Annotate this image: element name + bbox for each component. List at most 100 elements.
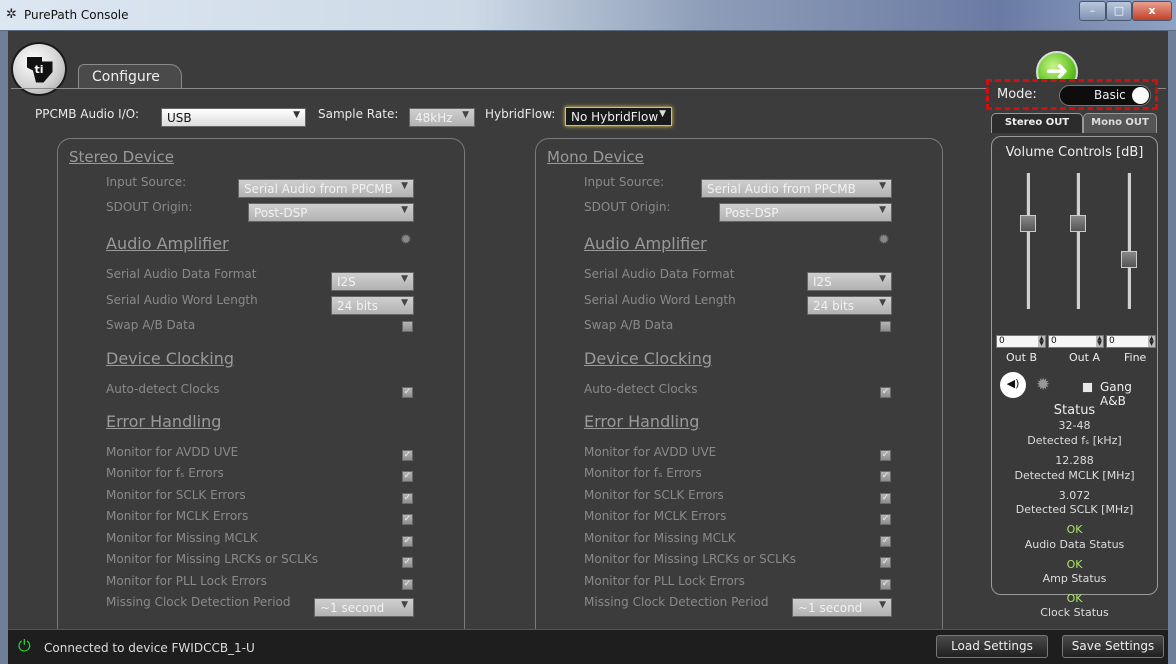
error-handling-title: Error Handling <box>584 412 700 431</box>
load-settings-button[interactable]: Load Settings <box>936 635 1048 658</box>
save-settings-button[interactable]: Save Settings <box>1062 635 1164 658</box>
stereo-monitor-checkbox[interactable]: ✓ <box>402 471 413 482</box>
out-b-slider-thumb[interactable] <box>1020 215 1036 232</box>
window-frame-left <box>0 31 8 664</box>
swap-ab-label: Swap A/B Data <box>584 318 674 332</box>
dropdown-arrow-icon: ▼ <box>879 181 886 191</box>
mono-monitor-checkbox[interactable]: ✓ <box>880 493 891 504</box>
stereo-swap-ab-checkbox[interactable] <box>402 321 413 332</box>
mono-auto-detect-checkbox[interactable]: ✓ <box>880 387 891 398</box>
app-logo-icon: ✲ <box>6 7 17 22</box>
mono-sdout-origin-select[interactable]: Post-DSP ▼ <box>719 203 892 222</box>
mode-control: Mode: Basic <box>986 79 1158 110</box>
input-source-label: Input Source: <box>106 175 187 189</box>
device-clocking-title: Device Clocking <box>584 349 713 368</box>
window-title: PurePath Console <box>24 8 129 22</box>
audio-amplifier-title: Audio Amplifier <box>584 234 707 253</box>
mono-sdout-origin-value: Post-DSP <box>725 206 779 220</box>
out-b-label: Out B <box>1006 351 1037 364</box>
mono-monitor-checkbox[interactable]: ✓ <box>880 471 891 482</box>
tab-configure[interactable]: Configure <box>78 64 182 88</box>
monitor-label: Monitor for PLL Lock Errors <box>584 574 745 588</box>
status-title: Status <box>1053 403 1096 418</box>
out-b-value: 0 <box>999 336 1005 346</box>
dropdown-arrow-icon: ▼ <box>401 600 408 610</box>
monitor-label: Monitor for fₛ Errors <box>106 466 224 480</box>
mono-missing-clock-period-select[interactable]: ~1 second ▼ <box>792 598 892 617</box>
stereo-auto-detect-checkbox[interactable]: ✓ <box>402 387 413 398</box>
error-handling-title: Error Handling <box>106 412 222 431</box>
spinner-icon[interactable]: ▲ ▼ <box>1096 336 1103 347</box>
mono-monitor-checkbox[interactable]: ✓ <box>880 579 891 590</box>
monitor-label: Monitor for Missing LRCKs or SCLKs <box>106 552 318 566</box>
dropdown-arrow-icon: ▼ <box>293 110 300 120</box>
stereo-monitor-checkbox[interactable]: ✓ <box>402 514 413 525</box>
speaker-icon: ◀) <box>1006 377 1020 390</box>
stereo-monitor-checkbox[interactable]: ✓ <box>402 493 413 504</box>
stereo-monitor-checkbox[interactable]: ✓ <box>402 536 413 547</box>
detected-sclk-value: 3.072 <box>1058 489 1091 502</box>
spinner-icon[interactable]: ▲ ▼ <box>1148 336 1155 347</box>
mono-data-format-select[interactable]: I2S ▼ <box>807 272 892 291</box>
data-format-label: Serial Audio Data Format <box>584 267 735 281</box>
gear-icon[interactable]: ✹ <box>400 232 412 248</box>
stereo-monitor-checkbox[interactable]: ✓ <box>402 579 413 590</box>
window-frame-right <box>1168 31 1176 664</box>
maximize-button[interactable]: □ <box>1106 1 1132 21</box>
stereo-word-length-value: 24 bits <box>337 299 378 313</box>
monitor-label: Monitor for AVDD UVE <box>584 445 717 459</box>
gear-icon[interactable]: ✹ <box>1036 375 1050 395</box>
mono-missing-clock-period-value: ~1 second <box>798 601 863 615</box>
clock-status-value: OK <box>1066 592 1083 605</box>
sample-rate-label: Sample Rate: <box>318 107 399 121</box>
out-b-slider-track[interactable] <box>1026 173 1030 309</box>
hybridflow-label: HybridFlow: <box>485 107 556 121</box>
fine-label: Fine <box>1124 351 1147 364</box>
mono-swap-ab-checkbox[interactable] <box>880 321 891 332</box>
stereo-data-format-select[interactable]: I2S ▼ <box>331 272 414 291</box>
gear-icon[interactable]: ✹ <box>878 232 890 248</box>
stereo-sdout-origin-select[interactable]: Post-DSP ▼ <box>248 203 414 222</box>
gang-ab-checkbox[interactable] <box>1082 382 1093 393</box>
mono-monitor-checkbox[interactable]: ✓ <box>880 450 891 461</box>
stereo-monitor-checkbox[interactable]: ✓ <box>402 557 413 568</box>
stereo-input-source-select[interactable]: Serial Audio from PPCMB ▼ <box>238 179 414 198</box>
mono-word-length-select[interactable]: 24 bits ▼ <box>807 296 892 315</box>
minimize-button[interactable]: – <box>1079 1 1106 21</box>
audio-io-select[interactable]: USB ▼ <box>161 108 306 127</box>
monitor-label: Monitor for AVDD UVE <box>106 445 239 459</box>
fine-slider-track[interactable] <box>1127 173 1131 309</box>
missing-clock-period-label: Missing Clock Detection Period <box>584 595 769 609</box>
mono-monitor-checkbox[interactable]: ✓ <box>880 557 891 568</box>
hybridflow-value: No HybridFlow <box>571 110 659 124</box>
spinner-icon[interactable]: ▲ ▼ <box>1038 336 1045 347</box>
out-a-slider-track[interactable] <box>1076 173 1080 309</box>
dropdown-arrow-icon: ▼ <box>879 298 886 308</box>
close-button[interactable]: x <box>1132 1 1172 21</box>
stereo-missing-clock-period-select[interactable]: ~1 second ▼ <box>314 598 414 617</box>
tab-stereo-out[interactable]: Stereo OUT <box>991 113 1083 133</box>
out-b-value-input[interactable]: 0 ▲ ▼ <box>996 335 1046 348</box>
sample-rate-select[interactable]: 48kHz ▼ <box>409 108 475 127</box>
audio-io-value: USB <box>167 111 192 125</box>
out-a-slider-thumb[interactable] <box>1070 215 1086 232</box>
stereo-monitor-checkbox[interactable]: ✓ <box>402 450 413 461</box>
monitor-label: Monitor for MCLK Errors <box>584 509 727 523</box>
mode-toggle[interactable]: Basic <box>1059 85 1151 106</box>
stereo-word-length-select[interactable]: 24 bits ▼ <box>331 296 414 315</box>
mono-word-length-value: 24 bits <box>813 299 854 313</box>
dropdown-arrow-icon: ▼ <box>659 109 666 119</box>
hybridflow-select[interactable]: No HybridFlow ▼ <box>565 107 672 126</box>
stereo-input-source-value: Serial Audio from PPCMB <box>244 182 393 196</box>
out-a-value-input[interactable]: 0 ▲ ▼ <box>1048 335 1104 348</box>
mono-input-source-select[interactable]: Serial Audio from PPCMB ▼ <box>701 179 892 198</box>
mono-monitor-checkbox[interactable]: ✓ <box>880 514 891 525</box>
missing-clock-period-label: Missing Clock Detection Period <box>106 595 291 609</box>
mute-button[interactable]: ◀) <box>1000 372 1026 398</box>
fine-slider-thumb[interactable] <box>1121 251 1137 268</box>
sample-rate-value: 48kHz <box>415 111 453 125</box>
out-a-value: 0 <box>1051 336 1057 346</box>
fine-value-input[interactable]: 0 ▲ ▼ <box>1106 335 1156 348</box>
mono-monitor-checkbox[interactable]: ✓ <box>880 536 891 547</box>
tab-mono-out[interactable]: Mono OUT <box>1083 113 1157 133</box>
